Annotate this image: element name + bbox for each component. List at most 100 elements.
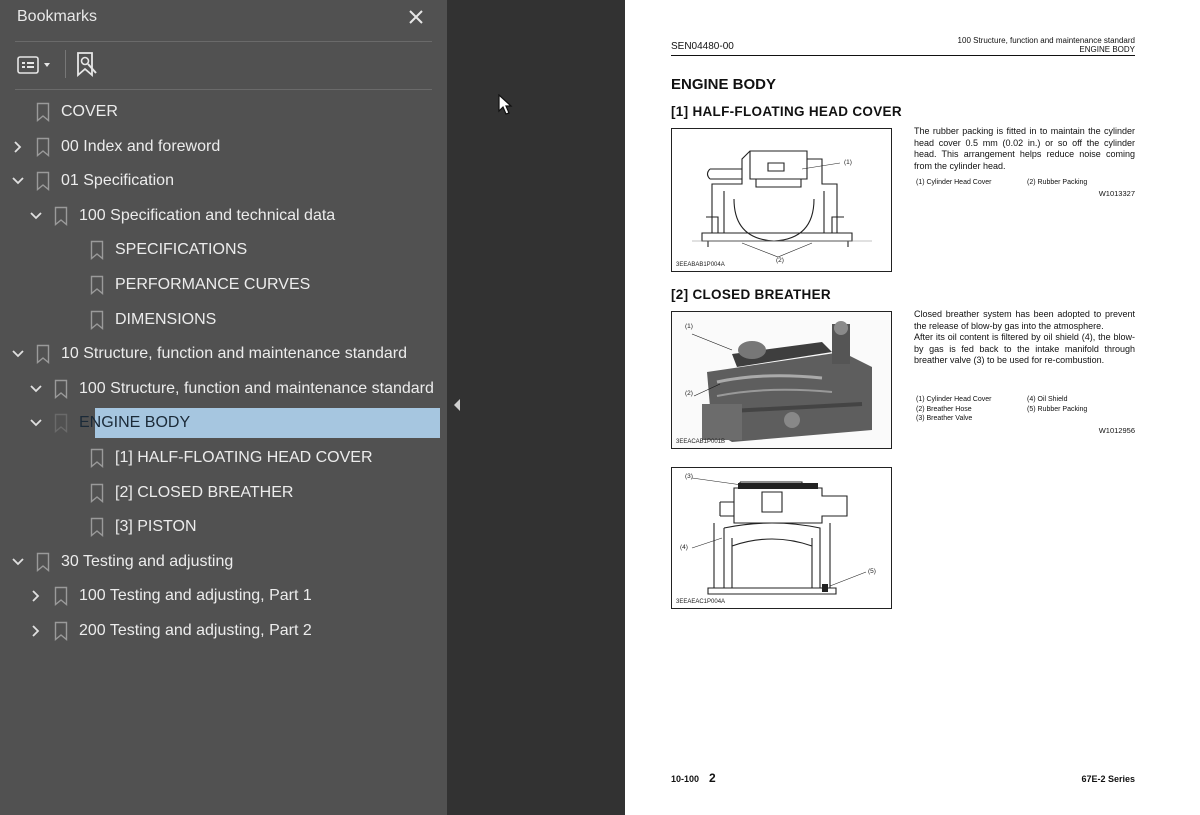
bookmark-item[interactable]: SPECIFICATIONS [0,233,447,267]
divider [15,89,432,90]
close-icon[interactable] [405,6,427,28]
bookmark-label: COVER [61,103,118,120]
bookmark-label: 100 Specification and technical data [79,206,336,224]
figure-code: 3EEAEAC1P004A [676,599,726,605]
head-cover-drawing [692,150,872,258]
bookmark-icon [54,621,68,641]
header-chapter: 100 Structure, function and maintenance … [957,36,1135,45]
bookmarks-panel: Bookmarks COVER 00 Index and foreword 01 S… [0,0,447,815]
bookmark-icon [36,171,50,192]
bookmark-label: [2] CLOSED BREATHER [115,483,294,501]
bookmark-label: 10 Structure, function and maintenance s… [61,345,407,363]
bookmark-icon [36,552,50,572]
bookmark-label: [3] PISTON [115,518,197,536]
head-cover-description: The rubber packing is fitted in to maint… [914,126,1135,171]
section-title-head-cover: [1] HALF-FLOATING HEAD COVER [671,104,902,119]
bookmark-item[interactable]: 00 Index and foreword [0,130,447,164]
footer-series: 67E-2 Series [1081,774,1135,784]
legend-item: (3) Breather Valve [916,415,973,422]
callout-4: (4) [680,544,688,551]
bookmark-label: 30 Testing and adjusting [61,552,234,570]
bookmark-item[interactable]: 10 Structure, function and maintenance s… [0,337,447,371]
bookmark-item[interactable]: DIMENSIONS [0,303,447,337]
figure-breather-photo: (1) (2) 3EEACAB1P001B [671,311,892,449]
closed-breather-description: Closed breather system has been adopted … [914,309,1135,365]
chevron-down-icon[interactable] [11,174,25,188]
bookmarks-header: Bookmarks [0,0,447,40]
closed-breather-legend: (1) Cylinder Head Cover (2) Breather Hos… [916,395,1136,425]
bookmark-item[interactable]: 100 Specification and technical data [0,199,447,233]
find-bookmark-icon[interactable] [74,51,100,79]
closed-breather-code: W1012956 [1098,426,1135,435]
bookmark-item[interactable]: PERFORMANCE CURVES [0,268,447,302]
legend-item: (1) Cylinder Head Cover [916,396,992,403]
bookmark-label: 00 Index and foreword [61,137,221,155]
engine-photo [672,312,891,448]
section-title-closed-breather: [2] CLOSED BREATHER [671,287,831,302]
bookmark-label: 01 Specification [61,172,174,190]
callout-5: (5) [868,568,876,575]
bookmark-item[interactable]: [1] HALF-FLOATING HEAD COVER [0,441,447,475]
chevron-right-icon[interactable] [11,140,25,154]
bookmark-item[interactable]: ENGINE BODY [0,406,447,440]
bookmark-label: 100 Structure, function and maintenance … [79,379,434,397]
chevron-right-icon[interactable] [29,589,43,603]
bookmark-label: ENGINE BODY [79,414,191,432]
header-rule [671,55,1135,56]
bookmark-icon [54,587,68,607]
bookmark-item[interactable]: 100 Structure, function and maintenance … [0,372,447,406]
options-menu-icon[interactable] [16,54,56,76]
header-section: ENGINE BODY [1079,45,1135,54]
bookmark-icon [90,241,104,261]
legend-item: (4) Oil Shield [1027,396,1068,403]
bookmark-icon [90,483,104,503]
callout-1: (1) [685,323,693,330]
bookmark-item[interactable]: COVER [0,95,447,129]
callout-2: (2) [685,390,693,397]
bookmark-icon [54,379,68,399]
header-doc-code: SEN04480-00 [671,41,734,52]
bookmark-icon [36,344,50,365]
figure-head-cover: (1) (2) 3EEABAB1P004A [671,128,892,272]
chevron-right-icon[interactable] [29,624,43,638]
bookmarks-toolbar [0,42,447,88]
legend-item: (1) Cylinder Head Cover [916,179,992,186]
document-page: SEN04480-00 100 Structure, function and … [625,0,1200,815]
bookmark-icon [90,448,104,468]
chevron-down-icon[interactable] [11,555,25,569]
bookmark-label: SPECIFICATIONS [115,241,248,259]
callout-3: (3) [685,473,693,480]
bookmark-item[interactable]: 100 Testing and adjusting, Part 1 [0,579,447,613]
bookmark-item[interactable]: [3] PISTON [0,510,447,544]
bookmark-item[interactable]: 200 Testing and adjusting, Part 2 [0,614,447,648]
head-cover-legend: (1) Cylinder Head Cover (2) Rubber Packi… [916,178,1136,188]
chevron-down-icon[interactable] [29,209,43,223]
bookmark-item[interactable]: 01 Specification [0,164,447,198]
callout-1: (1) [844,159,852,166]
chevron-down-icon[interactable] [11,347,25,361]
bookmark-icon [90,310,104,330]
page-title: ENGINE BODY [671,76,777,93]
collapse-panel-icon[interactable] [452,398,462,412]
figure-breather-section: (3) (4) (5) 3EEAEAC1P004A [671,467,892,609]
bookmark-item[interactable]: [2] CLOSED BREATHER [0,476,447,510]
chevron-down-icon[interactable] [29,382,43,396]
bookmarks-title: Bookmarks [17,8,98,25]
chevron-down-icon[interactable] [29,416,43,430]
bookmark-icon [90,517,104,538]
toolbar-separator [65,50,66,78]
bookmark-label: PERFORMANCE CURVES [115,276,311,293]
footer-section-number: 10-100 [671,774,700,784]
legend-item: (5) Rubber Packing [1027,405,1088,413]
bookmark-icon [36,137,50,157]
bookmark-label: 100 Testing and adjusting, Part 1 [79,587,312,605]
bookmark-icon [90,275,104,295]
bookmark-label: 200 Testing and adjusting, Part 2 [79,622,312,639]
callout-2: (2) [776,257,784,264]
figure-code: 3EEACAB1P001B [676,439,726,445]
bookmark-icon [54,414,68,434]
bookmark-label: DIMENSIONS [115,310,217,328]
figure-code: 3EEABAB1P004A [676,262,725,268]
head-cover-code: W1013327 [1098,189,1135,198]
bookmark-item[interactable]: 30 Testing and adjusting [0,545,447,579]
